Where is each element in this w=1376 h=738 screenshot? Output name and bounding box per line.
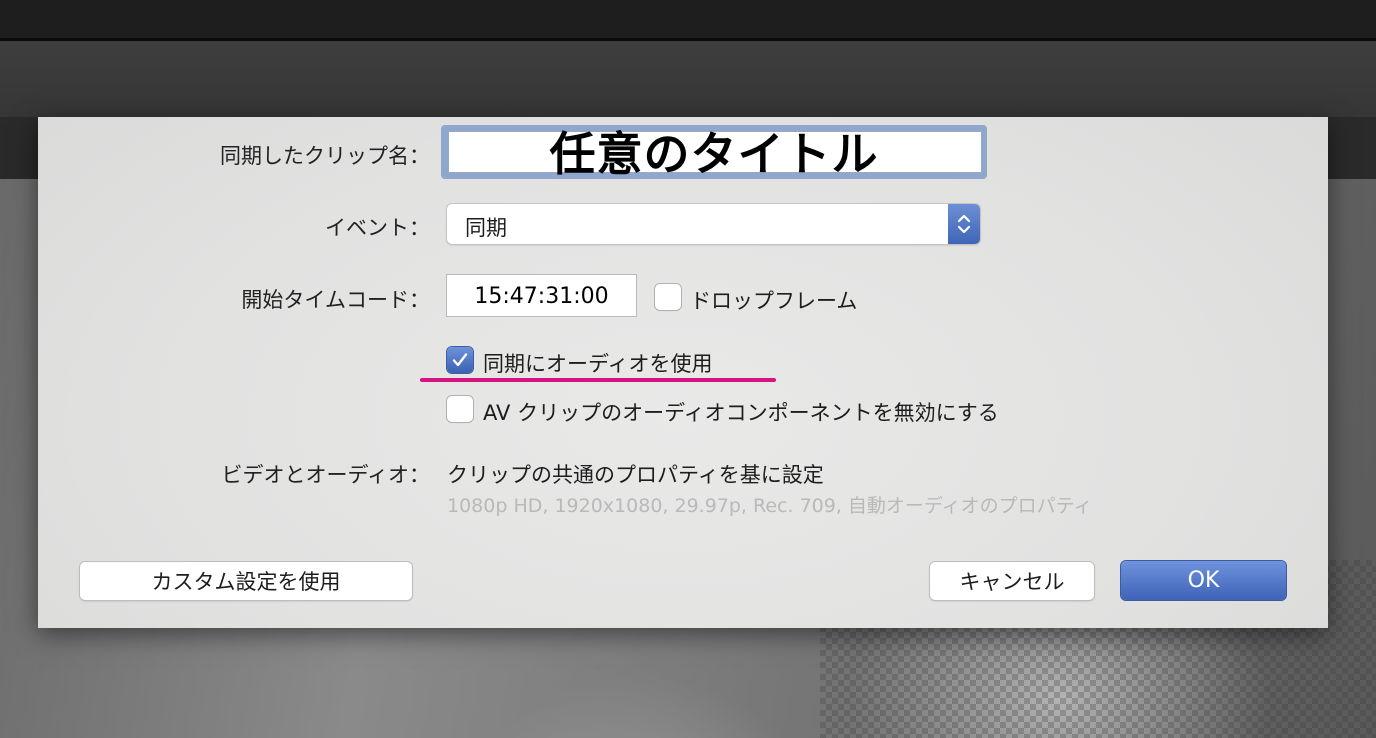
use-audio-sync-checkbox[interactable]: [447, 347, 473, 373]
start-timecode-field[interactable]: 15:47:31:00: [447, 275, 636, 316]
start-timecode-label: 開始タイムコード：: [241, 288, 430, 312]
video-audio-value: クリップの共通のプロパティを基に設定: [447, 463, 824, 487]
app-titlebar: [0, 0, 1376, 38]
app-toolbar: [0, 41, 1376, 117]
use-custom-settings-button[interactable]: カスタム設定を使用: [80, 562, 412, 600]
drop-frame-checkbox[interactable]: [655, 284, 681, 310]
disable-av-audio-checkbox[interactable]: [447, 396, 473, 422]
checkmark-icon: [452, 353, 468, 367]
use-audio-sync-label[interactable]: 同期にオーディオを使用: [483, 348, 713, 378]
clip-name-label: 同期したクリップ名：: [220, 144, 430, 168]
event-label: イベント：: [325, 216, 430, 240]
video-audio-details: 1080p HD, 1920x1080, 29.97p, Rec. 709, 自…: [447, 495, 1093, 517]
clip-name-value[interactable]: 任意のタイトル: [448, 122, 980, 186]
event-popup[interactable]: 同期: [447, 204, 980, 244]
disable-av-audio-label[interactable]: AV クリップのオーディオコンポーネントを無効にする: [483, 397, 999, 427]
chevron-up-down-icon[interactable]: [948, 204, 980, 244]
start-timecode-value: 15:47:31:00: [474, 284, 609, 309]
video-audio-label: ビデオとオーディオ：: [221, 463, 430, 487]
drop-frame-label[interactable]: ドロップフレーム: [690, 285, 857, 315]
cancel-button[interactable]: キャンセル: [930, 562, 1094, 600]
event-popup-value: 同期: [465, 216, 507, 240]
ok-button[interactable]: OK: [1121, 561, 1286, 600]
highlight-underline: [420, 378, 776, 382]
